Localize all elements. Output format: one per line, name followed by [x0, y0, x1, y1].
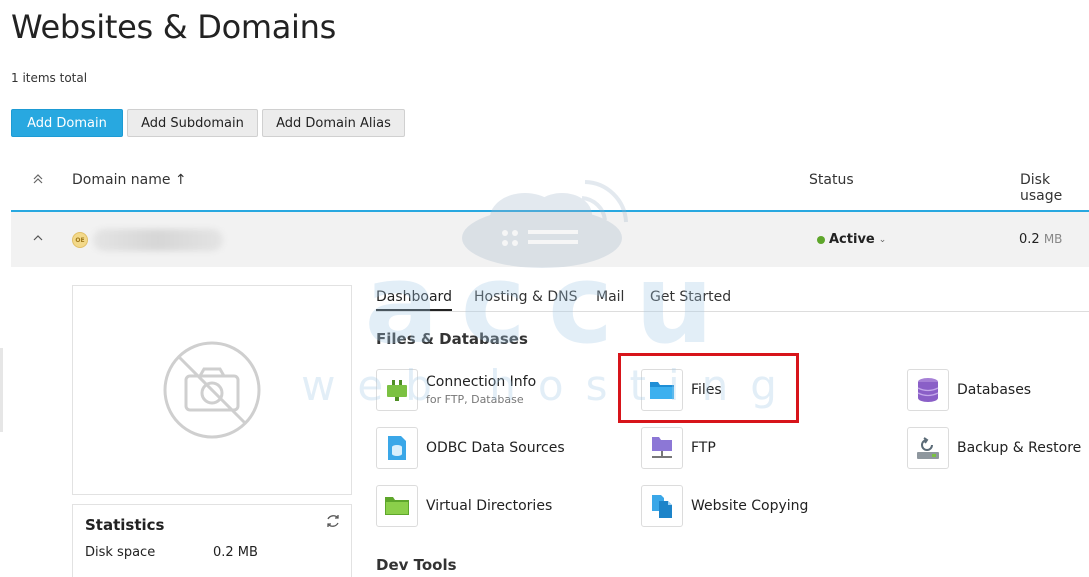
ftp-label: FTP [691, 440, 716, 456]
column-domain-name[interactable]: Domain name ↑ [72, 172, 187, 188]
domain-tabs: Dashboard Hosting & DNS Mail Get Started [376, 289, 1089, 312]
section-files-databases: Files & Databases [376, 330, 528, 348]
database-icon [907, 369, 949, 411]
add-subdomain-button[interactable]: Add Subdomain [127, 109, 258, 137]
ftp-icon [641, 427, 683, 469]
tool-website-copying[interactable]: Website Copying [641, 485, 808, 527]
section-dev-tools: Dev Tools [376, 556, 457, 574]
virtual-directories-label: Virtual Directories [426, 498, 553, 514]
odbc-label: ODBC Data Sources [426, 440, 565, 456]
tool-connection-info[interactable]: Connection Info for FTP, Database [376, 369, 536, 411]
collapse-all-icon[interactable] [33, 173, 43, 187]
column-disk-usage[interactable]: Disk usage [1020, 172, 1089, 204]
disk-usage-unit: MB [1043, 232, 1063, 246]
disk-usage-number: 0.2 [1019, 232, 1040, 247]
tab-hosting-dns[interactable]: Hosting & DNS [474, 289, 577, 309]
disk-usage-value: 0.2 MB [1019, 232, 1062, 247]
tab-get-started[interactable]: Get Started [650, 289, 731, 309]
connection-info-label: Connection Info [426, 374, 537, 390]
domain-favicon: OE [72, 232, 88, 248]
column-status[interactable]: Status [809, 172, 854, 188]
folder-green-icon [376, 485, 418, 527]
databases-label: Databases [957, 382, 1032, 398]
status-text: Active [829, 232, 875, 247]
table-row[interactable]: OE Active ⌄ 0.2 MB [11, 210, 1089, 267]
row-collapse-icon[interactable] [33, 231, 43, 244]
status-dot-icon [817, 235, 825, 244]
statistics-panel: Statistics Disk space 0.2 MB [72, 504, 352, 577]
statistics-title: Statistics [85, 516, 165, 534]
domain-name-blurred[interactable] [93, 229, 223, 251]
tool-virtual-directories[interactable]: Virtual Directories [376, 485, 552, 527]
tool-backup[interactable]: Backup & Restore [907, 427, 1081, 469]
website-copying-label: Website Copying [691, 498, 809, 514]
disk-space-value: 0.2 MB [213, 545, 258, 560]
connection-info-sub: for FTP, Database [426, 393, 524, 406]
status-badge[interactable]: Active ⌄ [817, 232, 886, 247]
backup-label: Backup & Restore [957, 440, 1082, 456]
connection-icon [376, 369, 418, 411]
site-preview [72, 285, 352, 495]
tool-ftp[interactable]: FTP [641, 427, 716, 469]
copy-icon [641, 485, 683, 527]
refresh-icon[interactable] [325, 513, 341, 533]
tab-mail[interactable]: Mail [596, 289, 624, 309]
add-domain-button[interactable]: Add Domain [11, 109, 123, 137]
tool-odbc[interactable]: ODBC Data Sources [376, 427, 565, 469]
backup-icon [907, 427, 949, 469]
scroll-edge [0, 348, 3, 432]
page-title: Websites & Domains [11, 8, 336, 46]
no-camera-icon [163, 341, 261, 439]
tool-databases[interactable]: Databases [907, 369, 1031, 411]
highlight-box [618, 353, 799, 423]
items-total: 1 items total [11, 71, 88, 85]
tab-dashboard[interactable]: Dashboard [376, 289, 452, 311]
add-domain-alias-button[interactable]: Add Domain Alias [262, 109, 405, 137]
chevron-down-icon: ⌄ [878, 234, 887, 245]
disk-space-label: Disk space [85, 545, 156, 560]
odbc-icon [376, 427, 418, 469]
